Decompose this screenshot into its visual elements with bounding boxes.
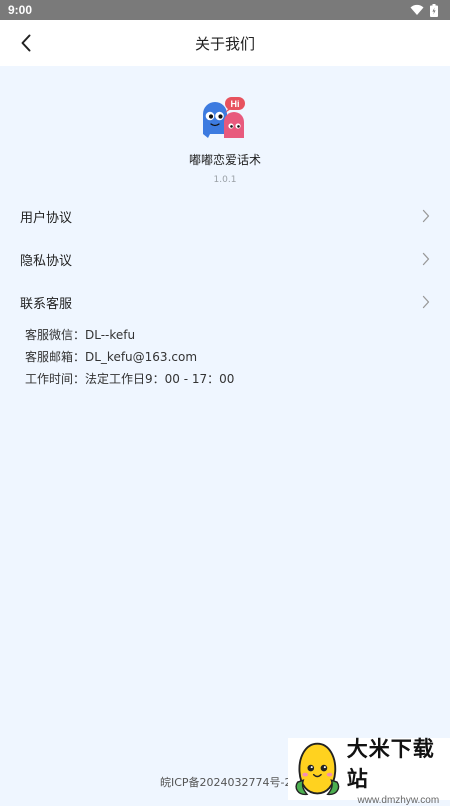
logo-text: Hi [231,99,240,109]
watermark-url: www.dmzhyw.com [357,794,440,806]
status-bar: 9:00 [0,0,450,20]
menu-item-label: 隐私协议 [20,253,73,269]
header-bar: 关于我们 [0,20,450,66]
chevron-right-icon [422,295,430,309]
menu-item-contact-service[interactable]: 联系客服 [0,287,450,317]
menu-item-privacy-agreement[interactable]: 隐私协议 [0,244,450,274]
chevron-left-icon [21,34,31,52]
wifi-icon [410,4,424,15]
contact-hours: 工作时间：法定工作日9：00 - 17：00 [25,372,235,386]
contact-info: 客服微信：DL--kefu 客服邮箱：DL_kefu@163.com 工作时间：… [25,324,234,390]
chevron-right-icon [422,209,430,223]
page-title: 关于我们 [194,34,255,53]
menu-item-label: 联系客服 [20,296,73,312]
menu-item-label: 用户协议 [20,210,73,226]
status-time: 9:00 [8,3,33,17]
watermark-text: 大米下载站 www.dmzhyw.com [347,733,450,806]
contact-email: 客服邮箱：DL_kefu@163.com [25,350,198,364]
app-name: 嘟嘟恋爱话术 [188,153,261,167]
watermark-title: 大米下载站 [346,736,435,791]
app-version: 1.0.1 [213,175,237,185]
icp-number: 皖ICP备2024032774号-2 [160,776,290,789]
watermark: 大米下载站 www.dmzhyw.com [288,737,450,806]
contact-wechat: 客服微信：DL--kefu [25,328,136,342]
menu-item-user-agreement[interactable]: 用户协议 [0,201,450,231]
back-button[interactable] [14,31,38,55]
corn-mascot-icon [295,742,340,796]
chevron-right-icon [422,252,430,266]
battery-icon [430,3,438,17]
app-logo: Hi [200,94,252,146]
status-icons [410,3,438,17]
